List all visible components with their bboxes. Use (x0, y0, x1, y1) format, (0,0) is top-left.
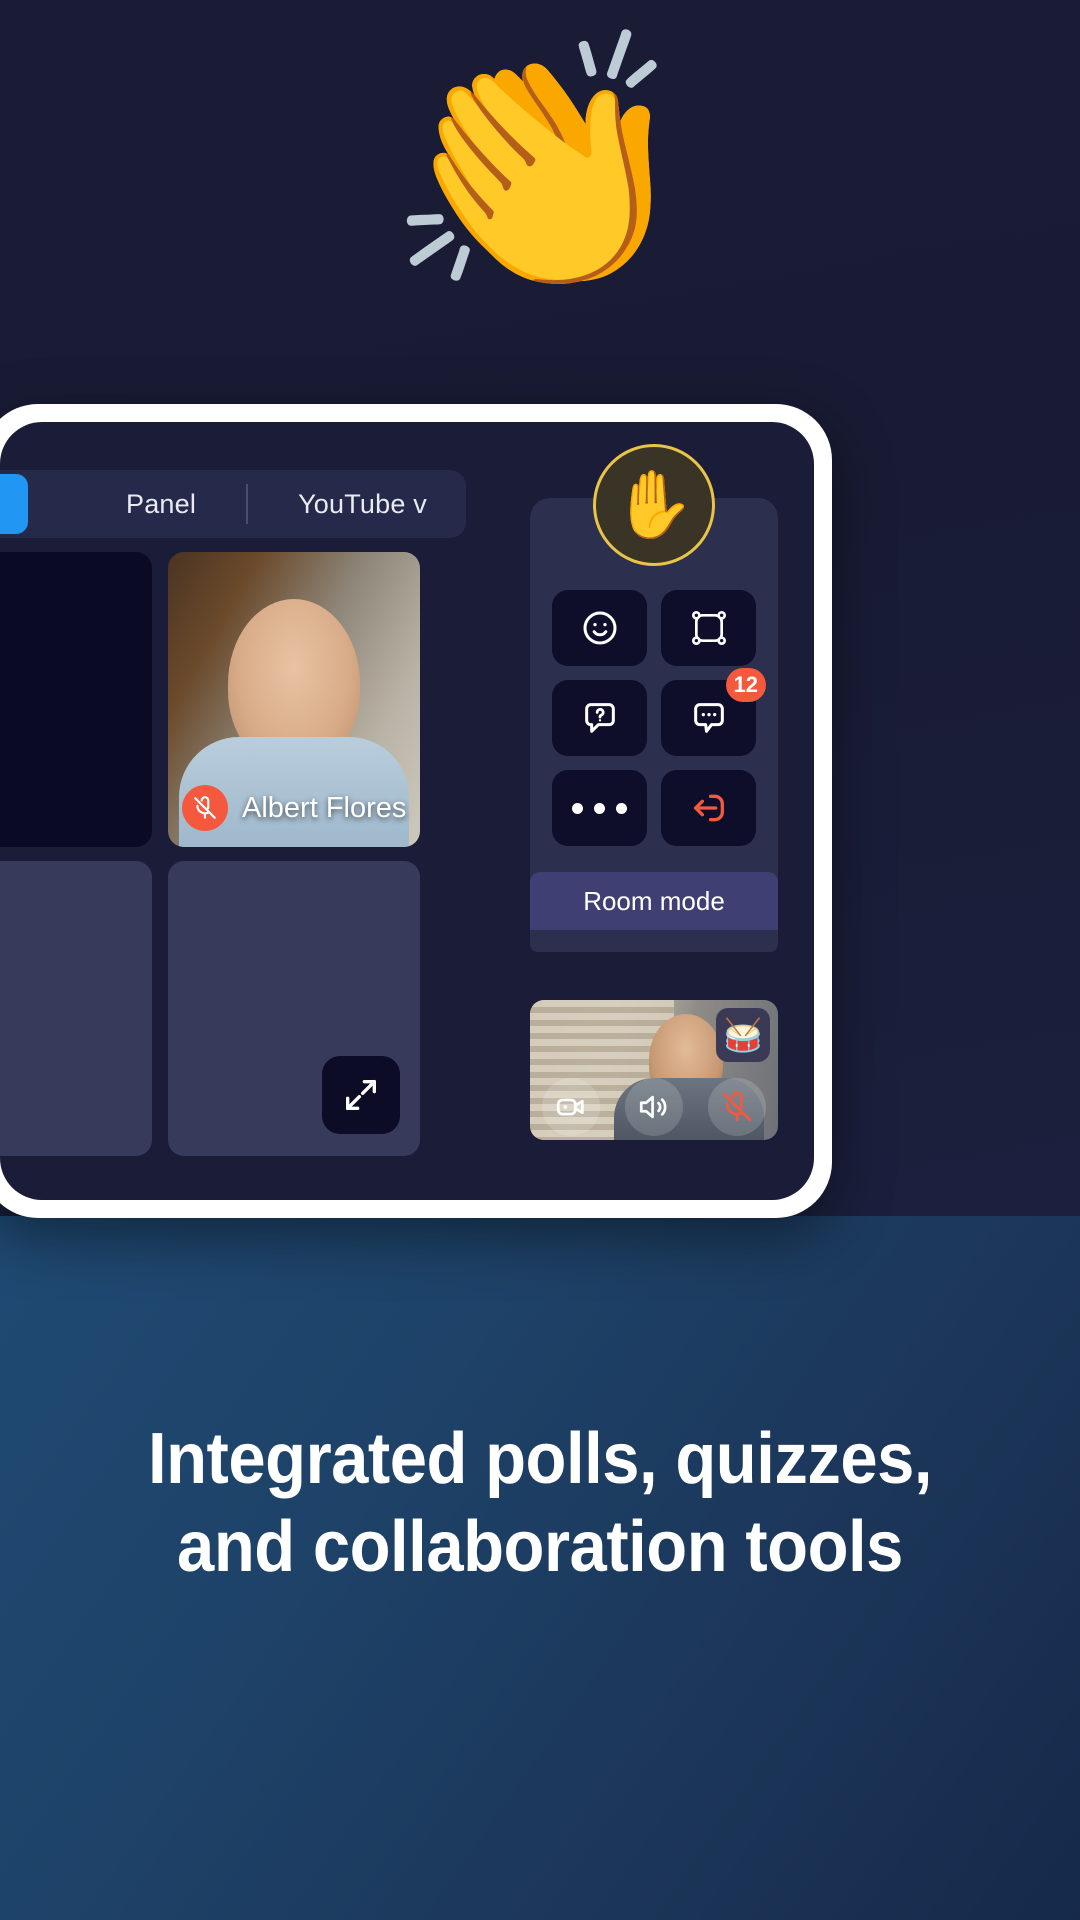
chat-button[interactable]: 12 (661, 668, 766, 756)
more-options-button[interactable] (552, 770, 647, 846)
speaker-toggle-button[interactable] (624, 1078, 683, 1136)
control-button-grid: 12 (530, 590, 778, 846)
participant-name: Albert Flores (242, 791, 407, 824)
speaker-icon (637, 1090, 671, 1124)
device-frame: Panel YouTube v Albert Flores ✋ 12 Room … (0, 404, 832, 1218)
reactions-button[interactable] (552, 590, 647, 666)
tab-youtube-video[interactable]: YouTube v (298, 489, 427, 520)
headline-line-2: and collaboration tools (177, 1506, 903, 1587)
questions-button[interactable] (552, 680, 647, 756)
camera-icon (554, 1090, 588, 1124)
question-bubble-icon (580, 698, 620, 738)
frame-icon (690, 609, 728, 647)
tab-panel[interactable]: Panel (126, 489, 196, 520)
controls-panel: ✋ 12 Room mode (530, 444, 778, 952)
leave-meeting-button[interactable] (661, 770, 756, 846)
expand-button[interactable] (322, 1056, 400, 1134)
mic-muted-icon (182, 785, 228, 831)
camera-toggle-button[interactable] (542, 1078, 601, 1136)
video-tile[interactable] (0, 552, 152, 847)
more-dots-icon (572, 802, 627, 814)
headline-line-1: Integrated polls, quizzes, (147, 1419, 933, 1499)
tab-bar: Panel YouTube v (0, 470, 466, 538)
raise-hand-icon[interactable]: ✋ (593, 444, 715, 566)
exit-icon (689, 788, 729, 828)
chat-unread-badge: 12 (725, 668, 766, 702)
primary-action-button[interactable] (0, 474, 28, 534)
footer-section: Integrated polls, quizzes, and collabora… (0, 1216, 1080, 1920)
video-tile-empty[interactable] (168, 861, 420, 1156)
chat-bubble-icon (689, 698, 729, 738)
page-title: Integrated polls, quizzes, and collabora… (38, 1416, 1042, 1592)
room-mode-button[interactable]: Room mode (530, 872, 778, 930)
mic-toggle-button[interactable] (707, 1078, 766, 1136)
self-view-tile[interactable]: 🥁 (530, 1000, 778, 1140)
app-screen: Panel YouTube v Albert Flores ✋ 12 Room … (0, 422, 814, 1200)
drum-icon[interactable]: 🥁 (716, 1008, 770, 1062)
video-tile[interactable]: Albert Flores (168, 552, 420, 847)
video-tile-empty[interactable] (0, 861, 152, 1156)
video-grid-row: Albert Flores (0, 552, 465, 847)
video-grid-row (0, 861, 465, 1156)
whiteboard-button[interactable] (661, 590, 756, 666)
self-view-controls (530, 1078, 778, 1136)
tab-separator (246, 484, 249, 524)
participant-name-badge: Albert Flores (182, 785, 406, 831)
mic-muted-icon (720, 1090, 754, 1124)
smiley-icon (580, 608, 620, 648)
video-grid: Albert Flores (0, 552, 465, 1170)
clapping-hands-icon: 👏 (384, 19, 696, 310)
